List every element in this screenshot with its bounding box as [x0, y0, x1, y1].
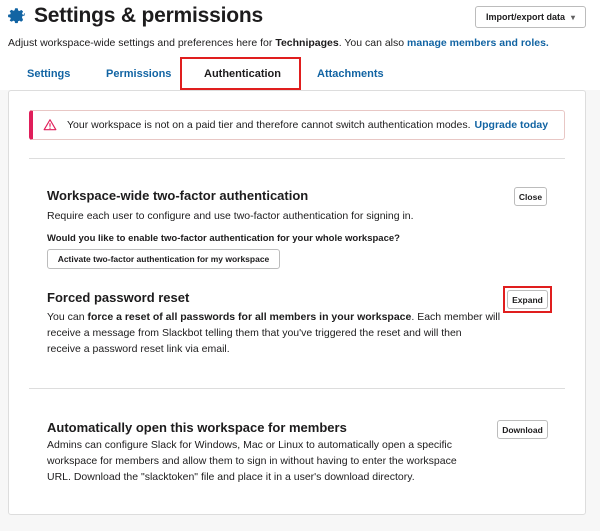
password-reset-desc-suffix: . Each member will — [411, 311, 501, 323]
auto-open-desc: Admins can configure Slack for Windows, … — [47, 437, 497, 485]
authentication-tab-highlight-box — [180, 57, 301, 90]
import-export-button[interactable]: Import/export data ▾ — [475, 6, 586, 28]
subtitle-mid: . You can also — [338, 37, 408, 49]
activate-two-factor-button[interactable]: Activate two-factor authentication for m… — [47, 249, 280, 269]
auto-open-title: Automatically open this workspace for me… — [47, 420, 347, 435]
divider — [29, 158, 565, 159]
manage-members-link[interactable]: manage members and roles. — [407, 37, 549, 49]
warning-icon — [43, 118, 57, 132]
tab-attachments[interactable]: Attachments — [317, 68, 384, 80]
two-factor-question: Would you like to enable two-factor auth… — [47, 233, 400, 244]
auto-open-desc-line1: Admins can configure Slack for Windows, … — [47, 439, 453, 451]
password-reset-desc: You can force a reset of all passwords f… — [47, 309, 507, 357]
import-export-label: Import/export data — [485, 12, 565, 22]
password-reset-desc-line2: receive a message from Slackbot telling … — [47, 327, 462, 339]
password-reset-desc-line3: receive a password reset link via email. — [47, 343, 230, 355]
close-button[interactable]: Close — [514, 187, 547, 206]
page-subtitle: Adjust workspace-wide settings and prefe… — [8, 37, 549, 49]
subtitle-prefix: Adjust workspace-wide settings and prefe… — [8, 37, 276, 49]
tab-permissions[interactable]: Permissions — [106, 68, 171, 80]
auto-open-desc-line3: URL. Download the "slacktoken" file and … — [47, 471, 415, 483]
password-reset-title: Forced password reset — [47, 290, 190, 305]
divider — [29, 388, 565, 389]
download-button[interactable]: Download — [497, 420, 548, 439]
two-factor-desc: Require each user to configure and use t… — [47, 210, 414, 222]
authentication-panel: Your workspace is not on a paid tier and… — [8, 90, 586, 515]
tab-settings[interactable]: Settings — [27, 68, 70, 80]
chevron-down-icon: ▾ — [571, 12, 576, 22]
page-header: Settings & permissions Import/export dat… — [0, 0, 600, 60]
upgrade-link[interactable]: Upgrade today — [475, 119, 549, 131]
gear-icon — [8, 7, 26, 25]
alert-text: Your workspace is not on a paid tier and… — [67, 119, 471, 131]
password-reset-desc-prefix: You can — [47, 311, 88, 323]
workspace-name: Technipages — [275, 37, 339, 49]
page-title: Settings & permissions — [34, 4, 263, 27]
title-group: Settings & permissions — [8, 4, 263, 28]
auto-open-desc-line2: workspace for members and allow them to … — [47, 455, 457, 467]
password-reset-desc-bold: force a reset of all passwords for all m… — [87, 311, 412, 323]
password-reset-desc-line1: You can force a reset of all passwords f… — [47, 309, 507, 325]
paid-tier-alert: Your workspace is not on a paid tier and… — [29, 110, 565, 140]
expand-highlight-box — [503, 286, 552, 313]
two-factor-title: Workspace-wide two-factor authentication — [47, 188, 309, 203]
